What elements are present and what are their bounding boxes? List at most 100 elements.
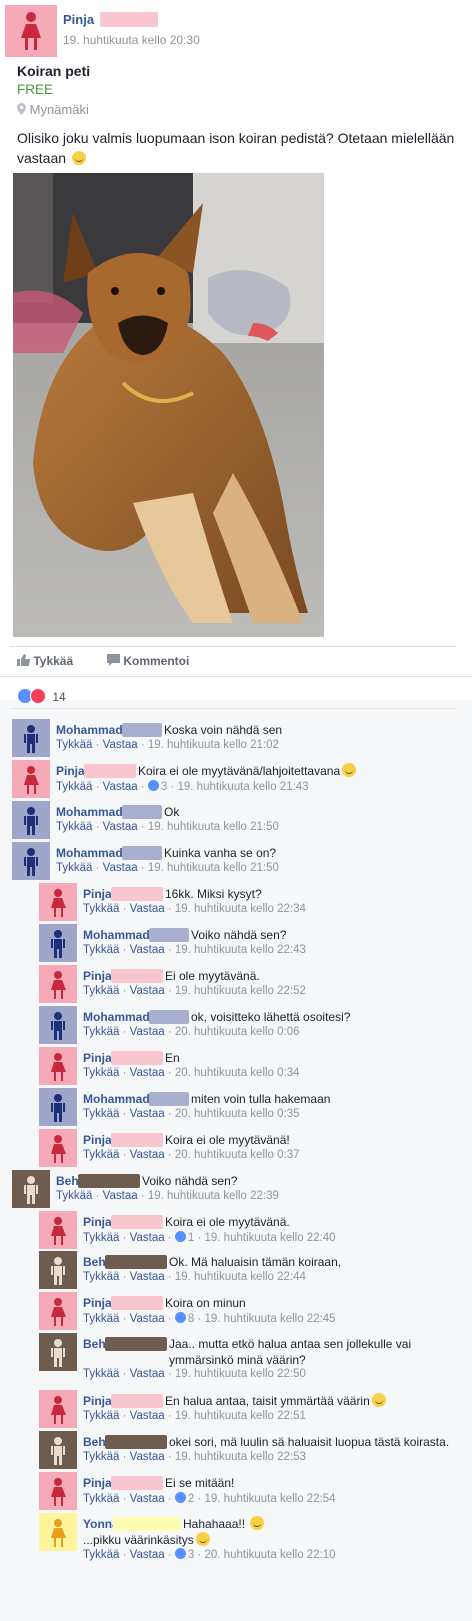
comment-reply-link[interactable]: Vastaa [103, 739, 138, 751]
comment-author[interactable]: Beh [83, 1435, 106, 1449]
comment-like-link[interactable]: Tykkää [83, 903, 119, 915]
comment-like-link[interactable]: Tykkää [56, 781, 92, 793]
comment-reply-link[interactable]: Vastaa [130, 1232, 165, 1244]
comment-author[interactable]: Pinja [83, 969, 112, 983]
comment-like-link[interactable]: Tykkää [83, 985, 119, 997]
comment-avatar[interactable] [12, 719, 50, 757]
comment-timestamp[interactable]: 19. huhtikuuta kello 22:54 [205, 1493, 336, 1505]
comment-timestamp[interactable]: 19. huhtikuuta kello 22:52 [175, 985, 306, 997]
comment-like-link[interactable]: Tykkää [83, 1451, 119, 1463]
comment-timestamp[interactable]: 19. huhtikuuta kello 22:50 [175, 1368, 306, 1380]
comment-reply-link[interactable]: Vastaa [130, 1410, 165, 1422]
comment-like-count[interactable]: 8 [174, 1312, 194, 1325]
comment-reply-link[interactable]: Vastaa [130, 1108, 165, 1120]
comment-avatar[interactable] [39, 1513, 77, 1551]
comment-reply-link[interactable]: Vastaa [103, 1190, 138, 1202]
comment-avatar[interactable] [12, 760, 50, 798]
author-avatar[interactable] [5, 5, 57, 57]
comment-avatar[interactable] [39, 1292, 77, 1330]
comment-timestamp[interactable]: 20. huhtikuuta kello 22:10 [205, 1549, 336, 1561]
comment-reply-link[interactable]: Vastaa [130, 1493, 165, 1505]
comment-reply-link[interactable]: Vastaa [130, 1368, 165, 1380]
comment-timestamp[interactable]: 19. huhtikuuta kello 21:02 [148, 739, 279, 751]
comment-author[interactable]: Pinja [83, 1051, 112, 1065]
comment-timestamp[interactable]: 19. huhtikuuta kello 22:44 [175, 1271, 306, 1283]
comment-like-link[interactable]: Tykkää [56, 1190, 92, 1202]
comment-avatar[interactable] [12, 842, 50, 880]
comment-author[interactable]: Beh [83, 1337, 106, 1351]
comment-like-link[interactable]: Tykkää [83, 1026, 119, 1038]
comment-like-count[interactable]: 3 [147, 780, 167, 793]
comment-button[interactable]: Kommentoi [107, 654, 189, 668]
comment-author[interactable]: Beh [83, 1255, 106, 1269]
comment-timestamp[interactable]: 19. huhtikuuta kello 22:53 [175, 1451, 306, 1463]
comment-like-link[interactable]: Tykkää [83, 1549, 119, 1561]
comment-timestamp[interactable]: 20. huhtikuuta kello 0:34 [175, 1067, 300, 1079]
comment-like-link[interactable]: Tykkää [56, 739, 92, 751]
comment-timestamp[interactable]: 19. huhtikuuta kello 22:39 [148, 1190, 279, 1202]
comment-reply-link[interactable]: Vastaa [130, 1549, 165, 1561]
comment-like-count[interactable]: 3 [174, 1548, 194, 1561]
post-photo[interactable] [13, 173, 324, 637]
comment-like-link[interactable]: Tykkää [83, 944, 119, 956]
comment-reply-link[interactable]: Vastaa [103, 781, 138, 793]
comment-like-link[interactable]: Tykkää [83, 1493, 119, 1505]
comment-author[interactable]: Beh [56, 1174, 79, 1188]
comment-like-link[interactable]: Tykkää [56, 862, 92, 874]
comment-avatar[interactable] [39, 1211, 77, 1249]
comment-like-link[interactable]: Tykkää [83, 1313, 119, 1325]
comment-author[interactable]: Mohammad [56, 846, 123, 860]
comment-author[interactable]: Pinja [83, 1215, 112, 1229]
comment-like-link[interactable]: Tykkää [56, 821, 92, 833]
comment-avatar[interactable] [39, 1472, 77, 1510]
comment-timestamp[interactable]: 19. huhtikuuta kello 22:51 [175, 1410, 306, 1422]
comment-reply-link[interactable]: Vastaa [130, 1149, 165, 1161]
comment-avatar[interactable] [39, 1251, 77, 1289]
comment-avatar[interactable] [39, 1333, 77, 1371]
post-author-name[interactable]: Pinja [63, 12, 94, 27]
comment-author[interactable]: Pinja [83, 887, 112, 901]
comment-avatar[interactable] [12, 1170, 50, 1208]
comment-reply-link[interactable]: Vastaa [103, 862, 138, 874]
comment-avatar[interactable] [39, 1088, 77, 1126]
comment-avatar[interactable] [39, 1047, 77, 1085]
comment-like-link[interactable]: Tykkää [83, 1410, 119, 1422]
comment-like-link[interactable]: Tykkää [83, 1108, 119, 1120]
comment-author[interactable]: Pinja [56, 764, 85, 778]
comment-reply-link[interactable]: Vastaa [130, 985, 165, 997]
comment-avatar[interactable] [39, 883, 77, 921]
comment-author[interactable]: Pinja [83, 1476, 112, 1490]
comment-avatar[interactable] [12, 801, 50, 839]
comment-timestamp[interactable]: 19. huhtikuuta kello 22:45 [205, 1313, 336, 1325]
post-timestamp[interactable]: 19. huhtikuuta kello 20:30 [63, 33, 200, 47]
comment-reply-link[interactable]: Vastaa [130, 1271, 165, 1283]
like-button[interactable]: Tykkää [17, 654, 73, 668]
comment-like-link[interactable]: Tykkää [83, 1232, 119, 1244]
comment-like-link[interactable]: Tykkää [83, 1368, 119, 1380]
comment-author[interactable]: Mohammad [56, 723, 123, 737]
comment-timestamp[interactable]: 19. huhtikuuta kello 22:40 [205, 1232, 336, 1244]
comment-timestamp[interactable]: 19. huhtikuuta kello 22:34 [175, 903, 306, 915]
comment-avatar[interactable] [39, 965, 77, 1003]
comment-reply-link[interactable]: Vastaa [130, 1026, 165, 1038]
comment-avatar[interactable] [39, 1431, 77, 1469]
comment-like-count[interactable]: 1 [174, 1231, 194, 1244]
comment-author[interactable]: Mohammad [83, 1092, 150, 1106]
comment-avatar[interactable] [39, 1390, 77, 1428]
comment-like-link[interactable]: Tykkää [83, 1271, 119, 1283]
comment-timestamp[interactable]: 20. huhtikuuta kello 0:06 [175, 1026, 300, 1038]
comment-avatar[interactable] [39, 1006, 77, 1044]
comment-like-link[interactable]: Tykkää [83, 1149, 119, 1161]
comment-timestamp[interactable]: 19. huhtikuuta kello 21:43 [178, 781, 309, 793]
comment-reply-link[interactable]: Vastaa [130, 1067, 165, 1079]
comment-like-count[interactable]: 2 [174, 1492, 194, 1505]
comment-author[interactable]: Mohammad [83, 1010, 150, 1024]
comment-reply-link[interactable]: Vastaa [103, 821, 138, 833]
comment-timestamp[interactable]: 19. huhtikuuta kello 21:50 [148, 862, 279, 874]
comment-reply-link[interactable]: Vastaa [130, 1313, 165, 1325]
reactions-summary[interactable]: 14 [17, 688, 66, 704]
comment-like-link[interactable]: Tykkää [83, 1067, 119, 1079]
comment-timestamp[interactable]: 19. huhtikuuta kello 21:50 [148, 821, 279, 833]
comment-author[interactable]: Pinja [83, 1133, 112, 1147]
comment-author[interactable]: Pinja [83, 1296, 112, 1310]
